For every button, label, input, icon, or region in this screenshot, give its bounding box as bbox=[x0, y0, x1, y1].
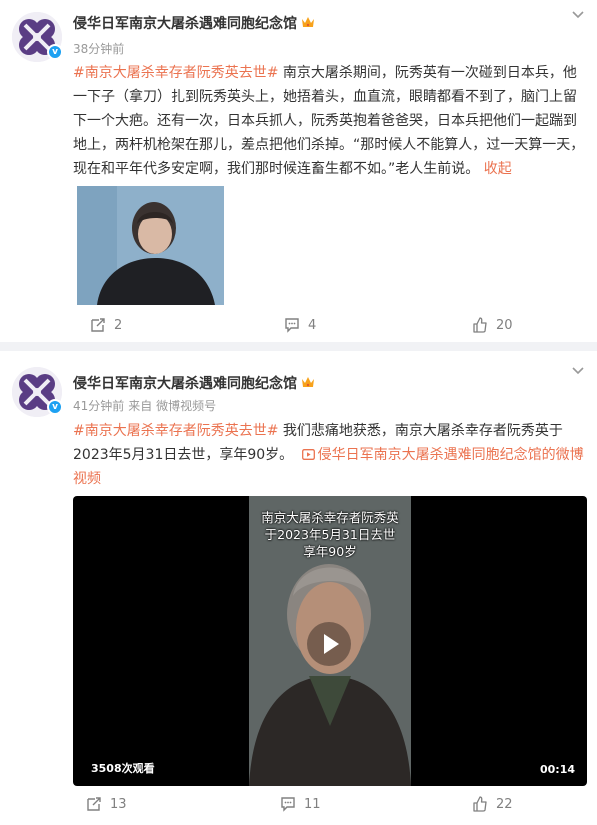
chevron-down-icon[interactable] bbox=[571, 364, 585, 378]
action-bar: 13 11 22 bbox=[0, 792, 597, 816]
crown-icon bbox=[302, 377, 314, 387]
repost-button[interactable]: 2 bbox=[90, 313, 122, 337]
post-photo[interactable] bbox=[77, 186, 224, 305]
comment-icon bbox=[285, 318, 299, 333]
hashtag-link[interactable]: #南京大屠杀幸存者阮秀英去世# bbox=[73, 423, 278, 439]
chevron-down-icon[interactable] bbox=[571, 8, 585, 22]
post-time[interactable]: 41分钟前 bbox=[73, 399, 124, 413]
post-time[interactable]: 38分钟前 bbox=[73, 42, 124, 56]
collapse-link[interactable]: 收起 bbox=[484, 161, 512, 177]
comment-count: 4 bbox=[308, 317, 317, 333]
author-name[interactable]: 侵华日军南京大屠杀遇难同胞纪念馆 bbox=[73, 13, 315, 33]
repost-count: 13 bbox=[110, 796, 127, 812]
author-name[interactable]: 侵华日军南京大屠杀遇难同胞纪念馆 bbox=[73, 373, 315, 393]
repost-icon bbox=[87, 797, 101, 811]
video-duration: 00:14 bbox=[539, 763, 575, 776]
thumbs-up-icon bbox=[473, 317, 487, 333]
like-count: 22 bbox=[496, 796, 513, 812]
thumbs-up-icon bbox=[473, 796, 487, 812]
like-button[interactable]: 20 bbox=[472, 313, 513, 337]
post-text: #南京大屠杀幸存者阮秀英去世# 南京大屠杀期间，阮秀英有一次碰到日本兵，他一下子… bbox=[73, 61, 585, 181]
crown-icon bbox=[302, 17, 314, 27]
like-button[interactable]: 22 bbox=[472, 792, 513, 816]
video-caption-line-2: 于2023年5月31日去世 bbox=[264, 527, 396, 542]
play-button[interactable] bbox=[307, 622, 351, 666]
repost-icon bbox=[91, 318, 105, 332]
video-caption-line-3: 享年90岁 bbox=[303, 544, 357, 559]
like-count: 20 bbox=[496, 317, 513, 333]
video-player[interactable]: 南京大屠杀幸存者阮秀英 于2023年5月31日去世 享年90岁 3508次观看 … bbox=[73, 496, 587, 786]
post-meta: 38分钟前 bbox=[73, 40, 124, 57]
post-source[interactable]: 来自 微博视频号 bbox=[128, 399, 216, 413]
weibo-post-1: v 侵华日军南京大屠杀遇难同胞纪念馆 38分钟前 #南京大屠杀幸存者阮秀英去世#… bbox=[0, 0, 597, 342]
repost-button[interactable]: 13 bbox=[86, 792, 127, 816]
post-meta: 41分钟前 来自 微博视频号 bbox=[73, 397, 216, 414]
elderly-woman-photo bbox=[77, 186, 224, 305]
repost-count: 2 bbox=[114, 317, 123, 333]
verified-icon: v bbox=[47, 44, 63, 60]
comment-button[interactable]: 11 bbox=[280, 792, 321, 816]
video-caption-line-1: 南京大屠杀幸存者阮秀英 bbox=[261, 510, 399, 525]
action-bar: 2 4 20 bbox=[0, 313, 597, 337]
video-view-count: 3508次观看 bbox=[91, 762, 155, 775]
hashtag-link[interactable]: #南京大屠杀幸存者阮秀英去世# bbox=[73, 65, 278, 81]
video-link-icon bbox=[301, 449, 315, 460]
author-name-text[interactable]: 侵华日军南京大屠杀遇难同胞纪念馆 bbox=[73, 16, 297, 32]
comment-icon bbox=[281, 797, 295, 812]
author-name-text[interactable]: 侵华日军南京大屠杀遇难同胞纪念馆 bbox=[73, 376, 297, 392]
post-text: #南京大屠杀幸存者阮秀英去世# 我们悲痛地获悉，南京大屠杀幸存者阮秀英于2023… bbox=[73, 419, 585, 491]
comment-button[interactable]: 4 bbox=[284, 313, 316, 337]
comment-count: 11 bbox=[304, 796, 321, 812]
verified-icon: v bbox=[47, 399, 63, 415]
